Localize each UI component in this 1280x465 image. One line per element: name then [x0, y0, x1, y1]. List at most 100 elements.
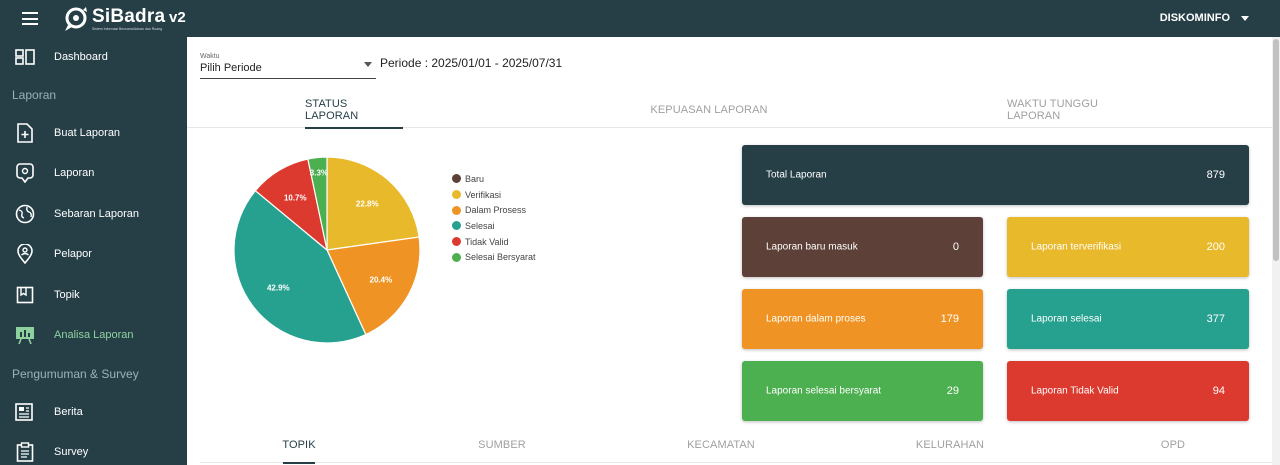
card-label: Laporan terverifikasi — [1031, 241, 1122, 253]
status-pie-chart: 22.8% 20.4% 42.9% 10.7% 3.3% — [233, 156, 421, 344]
card-value: 0 — [952, 241, 959, 253]
sidebar-item-berita[interactable]: Berita — [0, 394, 187, 430]
top-app-bar: SiBadra Sistem Informasi Bencana/Aduan d… — [0, 0, 1280, 37]
pie-data-label: 3.3% — [310, 168, 328, 177]
menu-icon[interactable] — [22, 12, 38, 25]
legend-item[interactable]: Verifikasi — [452, 187, 536, 203]
dashboard-icon — [14, 46, 36, 68]
legend-swatch — [452, 205, 461, 215]
tab-opd[interactable]: OPD — [1150, 427, 1196, 463]
card-value: 179 — [940, 313, 959, 325]
card-value: 879 — [1206, 169, 1225, 181]
period-select-label: Waktu — [200, 53, 220, 60]
sidebar-item-topik[interactable]: Topik — [0, 277, 187, 313]
report-tabs: STATUS LAPORAN KEPUASAN LAPORAN WAKTU TU… — [187, 92, 1272, 129]
sidebar-item-label: Analisa Laporan — [54, 329, 134, 341]
card-laporan-tidak-valid[interactable]: Laporan Tidak Valid 94 — [1007, 361, 1249, 421]
tab-sumber[interactable]: SUMBER — [470, 427, 534, 463]
card-label: Laporan selesai bersyarat — [766, 385, 882, 397]
card-label: Laporan dalam proses — [766, 313, 866, 325]
sidebar-item-laporan[interactable]: Laporan — [0, 155, 187, 191]
app-version: v2 — [169, 9, 186, 26]
card-label: Laporan selesai — [1031, 313, 1102, 325]
main-content: Waktu Pilih Periode Periode : 2025/01/01… — [187, 37, 1272, 465]
vertical-scrollbar[interactable] — [1272, 37, 1280, 465]
legend-label: Selesai Bersyarat — [465, 252, 536, 263]
legend-label: Tidak Valid — [465, 236, 509, 247]
category-tabs: TOPIK SUMBER KECAMATAN KELURAHAN OPD — [200, 427, 1272, 464]
sidebar: Dashboard Laporan Buat Laporan Laporan S… — [0, 37, 187, 465]
legend-swatch — [452, 221, 461, 231]
sidebar-item-survey[interactable]: Survey — [0, 434, 187, 465]
app-logo[interactable]: SiBadra Sistem Informasi Bencana/Aduan d… — [62, 4, 165, 34]
chat-pin-icon — [14, 162, 36, 184]
legend-swatch — [452, 252, 461, 262]
tab-kecamatan[interactable]: KECAMATAN — [678, 427, 764, 463]
card-value: 94 — [1212, 385, 1225, 397]
chevron-down-icon — [364, 62, 372, 67]
app-tagline: Sistem Informasi Bencana/Aduan dan Ruang — [92, 26, 163, 31]
sidebar-item-label: Berita — [54, 406, 83, 418]
legend-item[interactable]: Selesai Bersyarat — [452, 249, 536, 265]
sidebar-item-analisa-laporan[interactable]: Analisa Laporan — [0, 317, 187, 353]
globe-icon — [14, 203, 36, 225]
presentation-chart-icon — [14, 324, 36, 346]
sidebar-item-label: Sebaran Laporan — [54, 208, 140, 220]
sidebar-section-laporan: Laporan — [12, 88, 57, 102]
tab-kelurahan[interactable]: KELURAHAN — [907, 427, 993, 463]
sidebar-item-label: Topik — [54, 289, 80, 301]
card-laporan-terverifikasi[interactable]: Laporan terverifikasi 200 — [1007, 217, 1249, 277]
logo-icon — [65, 7, 87, 31]
pie-data-label: 20.4% — [370, 275, 393, 284]
chart-legend: Baru Verifikasi Dalam Prosess Selesai Tidak … — [452, 171, 536, 265]
card-value: 200 — [1206, 241, 1225, 253]
card-value: 29 — [946, 385, 959, 397]
pie-data-label: 42.9% — [267, 283, 290, 292]
tab-kepuasan-laporan[interactable]: KEPUASAN LAPORAN — [649, 92, 769, 128]
user-name: DISKOMINFO — [1159, 12, 1230, 24]
legend-label: Baru — [465, 173, 485, 184]
sidebar-item-sebaran-laporan[interactable]: Sebaran Laporan — [0, 196, 187, 232]
person-pin-icon — [14, 243, 36, 265]
file-plus-icon — [14, 122, 36, 144]
chevron-down-icon — [1241, 15, 1249, 21]
sidebar-item-dashboard[interactable]: Dashboard — [0, 39, 187, 75]
card-label: Total Laporan — [766, 169, 827, 181]
legend-label: Dalam Prosess — [465, 205, 527, 216]
newspaper-icon — [14, 401, 36, 423]
clipboard-icon — [14, 441, 36, 463]
sidebar-item-label: Buat Laporan — [54, 127, 121, 139]
card-laporan-dalam-proses[interactable]: Laporan dalam proses 179 — [742, 289, 983, 349]
legend-swatch — [452, 237, 461, 247]
sidebar-item-label: Survey — [54, 446, 89, 458]
card-total-laporan[interactable]: Total Laporan 879 — [742, 145, 1249, 205]
pie-data-label: 10.7% — [284, 193, 307, 202]
sidebar-item-buat-laporan[interactable]: Buat Laporan — [0, 115, 187, 151]
period-select-value: Pilih Periode — [200, 62, 262, 74]
legend-swatch — [452, 190, 461, 200]
card-laporan-selesai[interactable]: Laporan selesai 377 — [1007, 289, 1249, 349]
sidebar-item-pelapor[interactable]: Pelapor — [0, 236, 187, 272]
sidebar-section-pengumuman: Pengumuman & Survey — [12, 367, 139, 381]
legend-item[interactable]: Baru — [452, 171, 536, 187]
tab-waktu-tunggu-laporan[interactable]: WAKTU TUNGGU LAPORAN — [1007, 92, 1153, 128]
card-value: 377 — [1206, 313, 1225, 325]
book-icon — [14, 284, 36, 306]
legend-item[interactable]: Dalam Prosess — [452, 202, 536, 218]
card-laporan-selesai-bersyarat[interactable]: Laporan selesai bersyarat 29 — [742, 361, 983, 421]
legend-label: Selesai — [465, 220, 495, 231]
period-select[interactable]: Waktu Pilih Periode — [200, 52, 376, 79]
sidebar-item-label: Laporan — [54, 167, 95, 179]
user-menu[interactable]: DISKOMINFO — [1160, 12, 1249, 24]
legend-item[interactable]: Selesai — [452, 218, 536, 234]
pie-data-label: 22.8% — [356, 200, 379, 209]
tab-topik[interactable]: TOPIK — [282, 427, 316, 464]
legend-swatch — [452, 174, 461, 184]
legend-label: Verifikasi — [465, 189, 502, 200]
tab-status-laporan[interactable]: STATUS LAPORAN — [305, 92, 403, 129]
scrollbar-thumb[interactable] — [1273, 39, 1279, 261]
card-laporan-baru[interactable]: Laporan baru masuk 0 — [742, 217, 983, 277]
legend-item[interactable]: Tidak Valid — [452, 234, 536, 250]
card-label: Laporan Tidak Valid — [1031, 385, 1119, 397]
sidebar-item-label: Pelapor — [54, 248, 92, 260]
